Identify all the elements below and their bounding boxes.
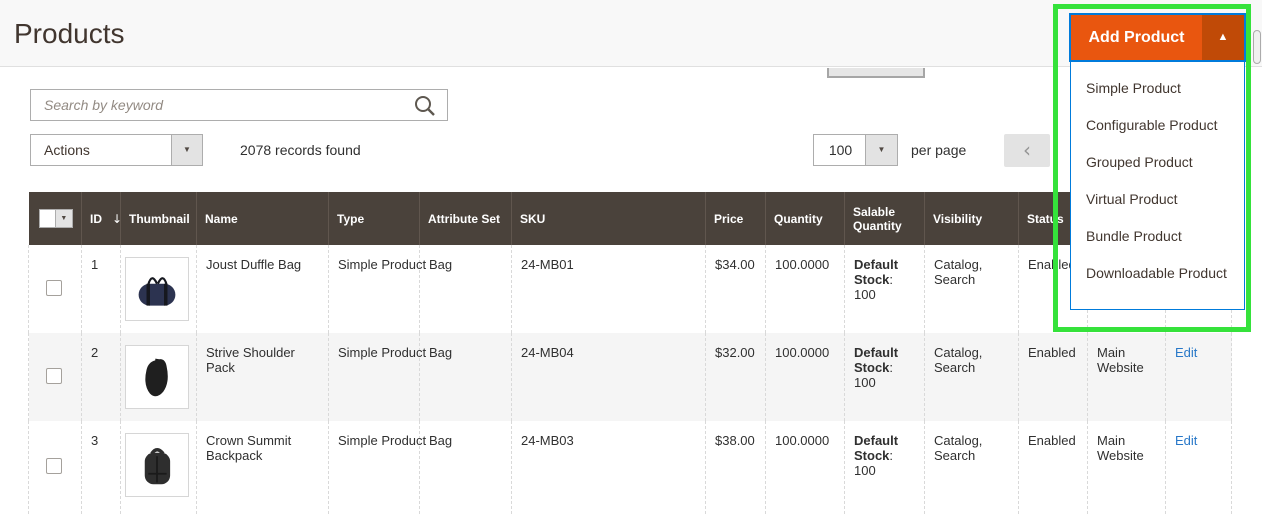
cell-price: $32.00 — [706, 333, 766, 421]
actions-dropdown[interactable]: Actions ▼ — [30, 134, 203, 166]
chevron-down-icon: ▼ — [183, 146, 191, 154]
column-header-sku[interactable]: SKU — [512, 192, 706, 245]
edit-link[interactable]: Edit — [1175, 433, 1197, 448]
column-header-visibility[interactable]: Visibility — [925, 192, 1019, 245]
cell-salable-quantity: Default Stock: 100 — [845, 421, 925, 514]
cell-status: Enabled — [1019, 421, 1088, 514]
cell-attribute-set: Bag — [420, 333, 512, 421]
select-all-header: ▼ — [29, 192, 82, 245]
cell-sku: 24-MB04 — [512, 333, 706, 421]
cell-id: 1 — [82, 245, 121, 333]
product-thumbnail — [125, 345, 189, 409]
table-row: 2 Strive Shoulder Pack Simple Product Ba… — [29, 333, 1232, 421]
cell-status: Enabled — [1019, 333, 1088, 421]
cell-type: Simple Product — [329, 245, 420, 333]
actions-dropdown-label: Actions — [44, 142, 90, 158]
cell-salable-quantity: Default Stock: 100 — [845, 333, 925, 421]
chevron-left-icon: ‹ — [1023, 138, 1031, 162]
cell-name: Crown Summit Backpack — [197, 421, 329, 514]
cell-quantity: 100.0000 — [766, 421, 845, 514]
column-header-salable-quantity[interactable]: Salable Quantity — [845, 192, 925, 245]
menu-item-downloadable-product[interactable]: Downloadable Product — [1071, 255, 1244, 292]
products-grid: ▼ ID↓ Thumbnail Name Type Attribute Set … — [28, 192, 1232, 514]
select-all-checkbox[interactable] — [39, 209, 56, 228]
column-header-quantity[interactable]: Quantity — [766, 192, 845, 245]
actions-dropdown-toggle[interactable]: ▼ — [171, 135, 202, 165]
products-admin-page: Products Actions ▼ 2078 records found 10… — [0, 0, 1262, 514]
column-header-name[interactable]: Name — [197, 192, 329, 245]
table-row: 1 Joust Duffle Bag Simple Product B — [29, 245, 1232, 333]
cell-websites: Main Website — [1088, 333, 1166, 421]
per-page-label: per page — [911, 142, 966, 158]
add-product-button[interactable]: Add Product — [1071, 15, 1202, 60]
cell-type: Simple Product — [329, 333, 420, 421]
cell-websites: Main Website — [1088, 421, 1166, 514]
menu-item-virtual-product[interactable]: Virtual Product — [1071, 181, 1244, 218]
row-checkbox[interactable] — [46, 458, 62, 474]
add-product-split-button: Add Product ▲ — [1069, 13, 1246, 62]
cell-salable-quantity: Default Stock: 100 — [845, 245, 925, 333]
select-all-control[interactable]: ▼ — [39, 209, 74, 228]
backpack-image — [129, 437, 185, 493]
cell-name: Joust Duffle Bag — [197, 245, 329, 333]
menu-item-grouped-product[interactable]: Grouped Product — [1071, 144, 1244, 181]
product-thumbnail — [125, 257, 189, 321]
cell-price: $38.00 — [706, 421, 766, 514]
page-size-toggle[interactable]: ▼ — [865, 135, 897, 165]
page-size-value: 100 — [814, 142, 867, 158]
add-product-dropdown-menu: Simple Product Configurable Product Grou… — [1070, 61, 1245, 310]
cell-id: 3 — [82, 421, 121, 514]
cell-quantity: 100.0000 — [766, 333, 845, 421]
previous-page-button[interactable]: ‹ — [1004, 134, 1050, 167]
cell-attribute-set: Bag — [420, 421, 512, 514]
partially-hidden-toolbar-button[interactable] — [827, 68, 925, 78]
vertical-scrollbar-thumb[interactable] — [1253, 30, 1261, 64]
grid-header-row: ▼ ID↓ Thumbnail Name Type Attribute Set … — [29, 192, 1232, 245]
search-button[interactable] — [413, 94, 437, 118]
page-size-select[interactable]: 100 ▼ — [813, 134, 898, 166]
column-header-thumbnail[interactable]: Thumbnail — [121, 192, 197, 245]
menu-item-simple-product[interactable]: Simple Product — [1071, 70, 1244, 107]
sort-descending-icon: ↓ — [112, 212, 122, 226]
cell-name: Strive Shoulder Pack — [197, 333, 329, 421]
select-all-caret-toggle[interactable]: ▼ — [56, 209, 73, 228]
menu-item-bundle-product[interactable]: Bundle Product — [1071, 218, 1244, 255]
row-checkbox[interactable] — [46, 368, 62, 384]
cell-visibility: Catalog, Search — [925, 421, 1019, 514]
column-header-type[interactable]: Type — [329, 192, 420, 245]
cell-attribute-set: Bag — [420, 245, 512, 333]
table-row: 3 Crown Summit Backpack Simple Product B… — [29, 421, 1232, 514]
chevron-down-icon: ▼ — [60, 215, 67, 222]
cell-visibility: Catalog, Search — [925, 333, 1019, 421]
keyword-search-box — [30, 89, 448, 121]
row-checkbox[interactable] — [46, 280, 62, 296]
records-found-text: 2078 records found — [240, 142, 361, 158]
search-icon — [413, 94, 437, 118]
column-header-attribute-set[interactable]: Attribute Set — [420, 192, 512, 245]
column-header-price[interactable]: Price — [706, 192, 766, 245]
cell-quantity: 100.0000 — [766, 245, 845, 333]
column-header-id[interactable]: ID↓ — [82, 192, 121, 245]
menu-item-configurable-product[interactable]: Configurable Product — [1071, 107, 1244, 144]
search-input[interactable] — [31, 90, 447, 120]
product-thumbnail — [125, 433, 189, 497]
cell-price: $34.00 — [706, 245, 766, 333]
cell-sku: 24-MB03 — [512, 421, 706, 514]
chevron-down-icon: ▼ — [878, 146, 886, 154]
cell-type: Simple Product — [329, 421, 420, 514]
shoulder-pack-image — [129, 349, 185, 405]
cell-id: 2 — [82, 333, 121, 421]
edit-link[interactable]: Edit — [1175, 345, 1197, 360]
page-title: Products — [14, 18, 125, 50]
duffle-bag-image — [129, 261, 185, 317]
cell-sku: 24-MB01 — [512, 245, 706, 333]
cell-visibility: Catalog, Search — [925, 245, 1019, 333]
add-product-toggle-button[interactable]: ▲ — [1202, 15, 1244, 60]
chevron-up-icon: ▲ — [1218, 32, 1229, 43]
